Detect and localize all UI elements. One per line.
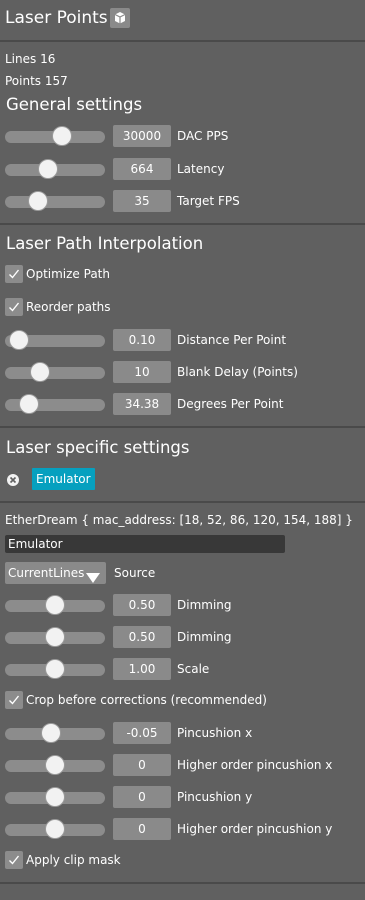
value-box[interactable]: -0.05 (113, 722, 171, 744)
chevron-down-icon (86, 568, 100, 587)
divider (0, 223, 365, 225)
checkmark-icon[interactable] (5, 298, 23, 316)
slider-knob[interactable] (19, 394, 39, 414)
checkbox-label: Crop before corrections (recommended) (26, 693, 267, 707)
checkbox-label: Reorder paths (26, 300, 111, 314)
slider-pincushion-x[interactable]: -0.05 Pincushion x (5, 722, 365, 744)
slider-label: Pincushion x (177, 726, 253, 740)
points-count: Points 157 (5, 74, 68, 88)
device-name-input[interactable]: Emulator (5, 535, 285, 553)
slider-track[interactable] (5, 196, 105, 208)
value-box[interactable]: 34.38 (113, 393, 171, 415)
slider-knob[interactable] (41, 723, 61, 743)
slider-dac-pps[interactable]: 30000 DAC PPS (5, 125, 365, 147)
checkbox-label: Apply clip mask (26, 853, 121, 867)
slider-knob[interactable] (45, 787, 65, 807)
slider-track[interactable] (5, 367, 105, 379)
value-box[interactable]: 0 (113, 818, 171, 840)
slider-label: Target FPS (177, 194, 240, 208)
slider-label: Distance Per Point (177, 333, 287, 347)
panel-title: Laser Points (5, 8, 108, 28)
lines-count: Lines 16 (5, 52, 56, 66)
slider-scale[interactable]: 1.00 Scale (5, 658, 365, 680)
device-info: EtherDream { mac_address: [18, 52, 86, 1… (5, 513, 353, 527)
checkbox-label: Optimize Path (26, 267, 110, 281)
slider-dimming-2[interactable]: 0.50 Dimming (5, 626, 365, 648)
slider-blank-delay[interactable]: 10 Blank Delay (Points) (5, 361, 365, 383)
slider-knob[interactable] (38, 159, 58, 179)
slider-higher-pincushion-y[interactable]: 0 Higher order pincushion y (5, 818, 365, 840)
cube-icon[interactable] (110, 8, 130, 28)
slider-label: Dimming (177, 630, 232, 644)
slider-label: DAC PPS (177, 129, 229, 143)
general-settings-heading: General settings (6, 95, 143, 114)
divider (0, 426, 365, 428)
value-box[interactable]: 0 (113, 786, 171, 808)
value-box[interactable]: 30000 (113, 125, 171, 147)
value-box[interactable]: 35 (113, 190, 171, 212)
slider-target-fps[interactable]: 35 Target FPS (5, 190, 365, 212)
slider-label: Higher order pincushion x (177, 758, 333, 772)
slider-label: Scale (177, 662, 210, 676)
slider-higher-pincushion-x[interactable]: 0 Higher order pincushion x (5, 754, 365, 776)
slider-label: Blank Delay (Points) (177, 365, 298, 379)
checkmark-icon[interactable] (5, 265, 23, 283)
slider-degrees-per-point[interactable]: 34.38 Degrees Per Point (5, 393, 365, 415)
slider-knob[interactable] (45, 755, 65, 775)
value-box[interactable]: 0.50 (113, 594, 171, 616)
emulator-tab[interactable]: Emulator (32, 468, 95, 490)
slider-knob[interactable] (45, 659, 65, 679)
value-box[interactable]: 1.00 (113, 658, 171, 680)
value-box[interactable]: 0.50 (113, 626, 171, 648)
slider-pincushion-y[interactable]: 0 Pincushion y (5, 786, 365, 808)
value-box[interactable]: 664 (113, 158, 171, 180)
interpolation-heading: Laser Path Interpolation (6, 234, 204, 253)
close-icon[interactable] (6, 472, 20, 486)
source-label: Source (114, 566, 156, 580)
slider-knob[interactable] (9, 330, 29, 350)
value-box[interactable]: 0 (113, 754, 171, 776)
slider-knob[interactable] (45, 819, 65, 839)
dropdown-value: CurrentLines (8, 566, 85, 580)
divider (0, 40, 365, 42)
slider-label: Dimming (177, 598, 232, 612)
divider (0, 882, 365, 884)
slider-knob[interactable] (45, 627, 65, 647)
slider-knob[interactable] (45, 595, 65, 615)
source-dropdown[interactable]: CurrentLines (5, 562, 106, 584)
slider-label: Pincushion y (177, 790, 253, 804)
slider-dimming-1[interactable]: 0.50 Dimming (5, 594, 365, 616)
slider-knob[interactable] (30, 362, 50, 382)
laser-specific-heading: Laser specific settings (6, 438, 190, 457)
laser-points-panel: Laser Points Lines 16 Points 157 General… (0, 0, 365, 900)
value-box[interactable]: 0.10 (113, 329, 171, 351)
checkmark-icon[interactable] (5, 691, 23, 709)
slider-label: Latency (177, 162, 225, 176)
slider-latency[interactable]: 664 Latency (5, 158, 365, 180)
slider-distance-per-point[interactable]: 0.10 Distance Per Point (5, 329, 365, 351)
checkmark-icon[interactable] (5, 851, 23, 869)
slider-label: Higher order pincushion y (177, 822, 333, 836)
slider-knob[interactable] (28, 191, 48, 211)
slider-label: Degrees Per Point (177, 397, 284, 411)
divider (0, 501, 365, 503)
slider-knob[interactable] (52, 126, 72, 146)
value-box[interactable]: 10 (113, 361, 171, 383)
